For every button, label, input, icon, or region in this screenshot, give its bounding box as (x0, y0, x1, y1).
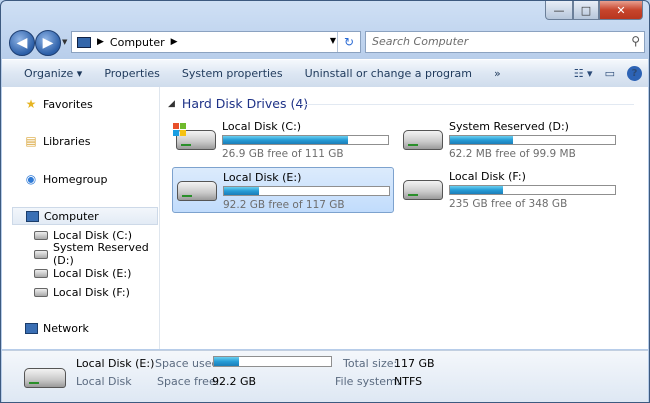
drive-icon (403, 130, 443, 150)
network-icon (24, 321, 38, 335)
collapse-triangle-icon[interactable]: ◢ (168, 99, 175, 109)
command-bar: Organize ▾ Properties System properties … (2, 59, 648, 88)
details-pane: Local Disk (E:) Local Disk Space used: S… (2, 350, 648, 402)
sidebar-item-label: Computer (44, 209, 99, 223)
properties-button[interactable]: Properties (93, 67, 171, 80)
drive-icon (177, 181, 217, 201)
maximize-button[interactable]: □ (573, 1, 599, 20)
breadcrumb-computer[interactable]: Computer (110, 36, 165, 49)
drive-icon (34, 247, 48, 261)
drive-name: Local Disk (C:) (222, 120, 302, 133)
sidebar-item-label: Local Disk (C:) (53, 228, 133, 242)
recent-pages-dropdown[interactable]: ▼ (62, 38, 67, 46)
sidebar-item-favorites[interactable]: ★ Favorites (24, 95, 154, 113)
uninstall-program-button[interactable]: Uninstall or change a program (294, 67, 483, 80)
search-input[interactable]: Search Computer ⚲ (365, 31, 645, 53)
explorer-window: — □ ✕ ◀ ▶ ▼ ▶ Computer ▶ ▼ ↻ Search Comp… (0, 0, 650, 403)
drive-usage-bar (223, 186, 390, 196)
drive-tile-f[interactable]: Local Disk (F:) 235 GB free of 348 GB (399, 167, 621, 213)
total-size-label: Total size: (343, 357, 398, 370)
homegroup-icon: ◉ (25, 172, 37, 186)
organize-menu[interactable]: Organize ▾ (2, 67, 93, 80)
search-placeholder: Search Computer (372, 35, 469, 48)
sidebar-item-label: Favorites (43, 97, 93, 111)
drive-name: Local Disk (E:) (223, 171, 302, 184)
drive-free-space: 62.2 MB free of 99.9 MB (449, 148, 576, 160)
group-header[interactable]: ◢ Hard Disk Drives (4) (168, 96, 308, 111)
drive-free-space: 92.2 GB free of 117 GB (223, 199, 345, 211)
windows-logo-icon (173, 123, 187, 137)
sidebar-item-label: Homegroup (43, 172, 108, 186)
computer-icon (25, 209, 39, 223)
space-used-bar (213, 356, 332, 367)
drive-name: Local Disk (F:) (449, 170, 526, 183)
view-options-icon[interactable]: ☷ ▾ (574, 67, 593, 80)
system-drive-icon (173, 123, 216, 150)
space-free-value: 92.2 GB (212, 375, 257, 388)
sidebar-item-drive-e[interactable]: Local Disk (E:) (34, 264, 156, 282)
sidebar-item-drive-d[interactable]: System Reserved (D:) (34, 241, 156, 267)
sidebar-item-homegroup[interactable]: ◉ Homegroup (24, 170, 154, 188)
drive-icon (24, 368, 66, 388)
file-system-value: NTFS (394, 375, 423, 388)
drive-tile-c[interactable]: Local Disk (C:) 26.9 GB free of 111 GB (172, 117, 394, 163)
navigation-pane: ★ Favorites ▤ Libraries ◉ Homegroup Comp… (2, 87, 160, 349)
sidebar-item-label: Local Disk (E:) (53, 266, 132, 280)
caption-buttons: — □ ✕ (545, 1, 643, 20)
group-divider (300, 104, 634, 105)
navigation-bar: ◀ ▶ ▼ ▶ Computer ▶ ▼ ↻ Search Computer ⚲ (7, 30, 645, 56)
back-button[interactable]: ◀ (9, 30, 35, 56)
group-title: Hard Disk Drives (4) (181, 96, 309, 111)
star-icon: ★ (25, 97, 37, 111)
total-size-value: 117 GB (394, 357, 435, 370)
details-drive-type: Local Disk (76, 375, 132, 388)
help-icon[interactable]: ? (627, 66, 642, 81)
drive-tile-e[interactable]: Local Disk (E:) 92.2 GB free of 117 GB (172, 167, 394, 213)
sidebar-item-label: Libraries (43, 134, 91, 148)
drive-usage-bar (449, 185, 616, 195)
content-pane: ◢ Hard Disk Drives (4) Local Disk (C:) 2… (160, 87, 648, 349)
sidebar-item-label: Local Disk (F:) (53, 285, 130, 299)
details-drive-name: Local Disk (E:) (76, 357, 155, 370)
sidebar-item-computer[interactable]: Computer (12, 207, 158, 225)
drive-free-space: 235 GB free of 348 GB (449, 198, 568, 210)
drive-free-space: 26.9 GB free of 111 GB (222, 148, 344, 160)
search-icon[interactable]: ⚲ (631, 34, 640, 48)
minimize-button[interactable]: — (545, 1, 573, 20)
preview-pane-icon[interactable]: ▭ (605, 67, 615, 80)
drive-icon (34, 266, 48, 280)
drive-usage-bar (222, 135, 389, 145)
drive-icon (403, 180, 443, 200)
close-button[interactable]: ✕ (599, 1, 643, 20)
system-drive-icon (34, 228, 48, 242)
drive-name: System Reserved (D:) (449, 120, 569, 133)
sidebar-item-libraries[interactable]: ▤ Libraries (24, 132, 154, 150)
file-system-label: File system: (335, 375, 401, 388)
forward-button[interactable]: ▶ (35, 30, 61, 56)
sidebar-item-network[interactable]: Network (24, 319, 154, 337)
drive-tile-d[interactable]: System Reserved (D:) 62.2 MB free of 99.… (399, 117, 621, 163)
breadcrumb-separator-icon[interactable]: ▶ (97, 37, 104, 47)
address-bar[interactable]: ▶ Computer ▶ ▼ ↻ (71, 31, 361, 53)
computer-icon (77, 36, 91, 48)
space-free-label: Space free: (157, 375, 220, 388)
library-icon: ▤ (25, 134, 37, 148)
sidebar-item-label: Network (43, 321, 89, 335)
address-dropdown-icon[interactable]: ▼ (330, 36, 336, 45)
more-commands-button[interactable]: » (483, 67, 512, 80)
drive-icon (34, 285, 48, 299)
sidebar-item-drive-f[interactable]: Local Disk (F:) (34, 283, 156, 301)
system-properties-button[interactable]: System properties (171, 67, 294, 80)
breadcrumb-chevron-icon[interactable]: ▶ (171, 37, 178, 47)
drive-usage-bar (449, 135, 616, 145)
refresh-icon[interactable]: ↻ (337, 32, 360, 52)
